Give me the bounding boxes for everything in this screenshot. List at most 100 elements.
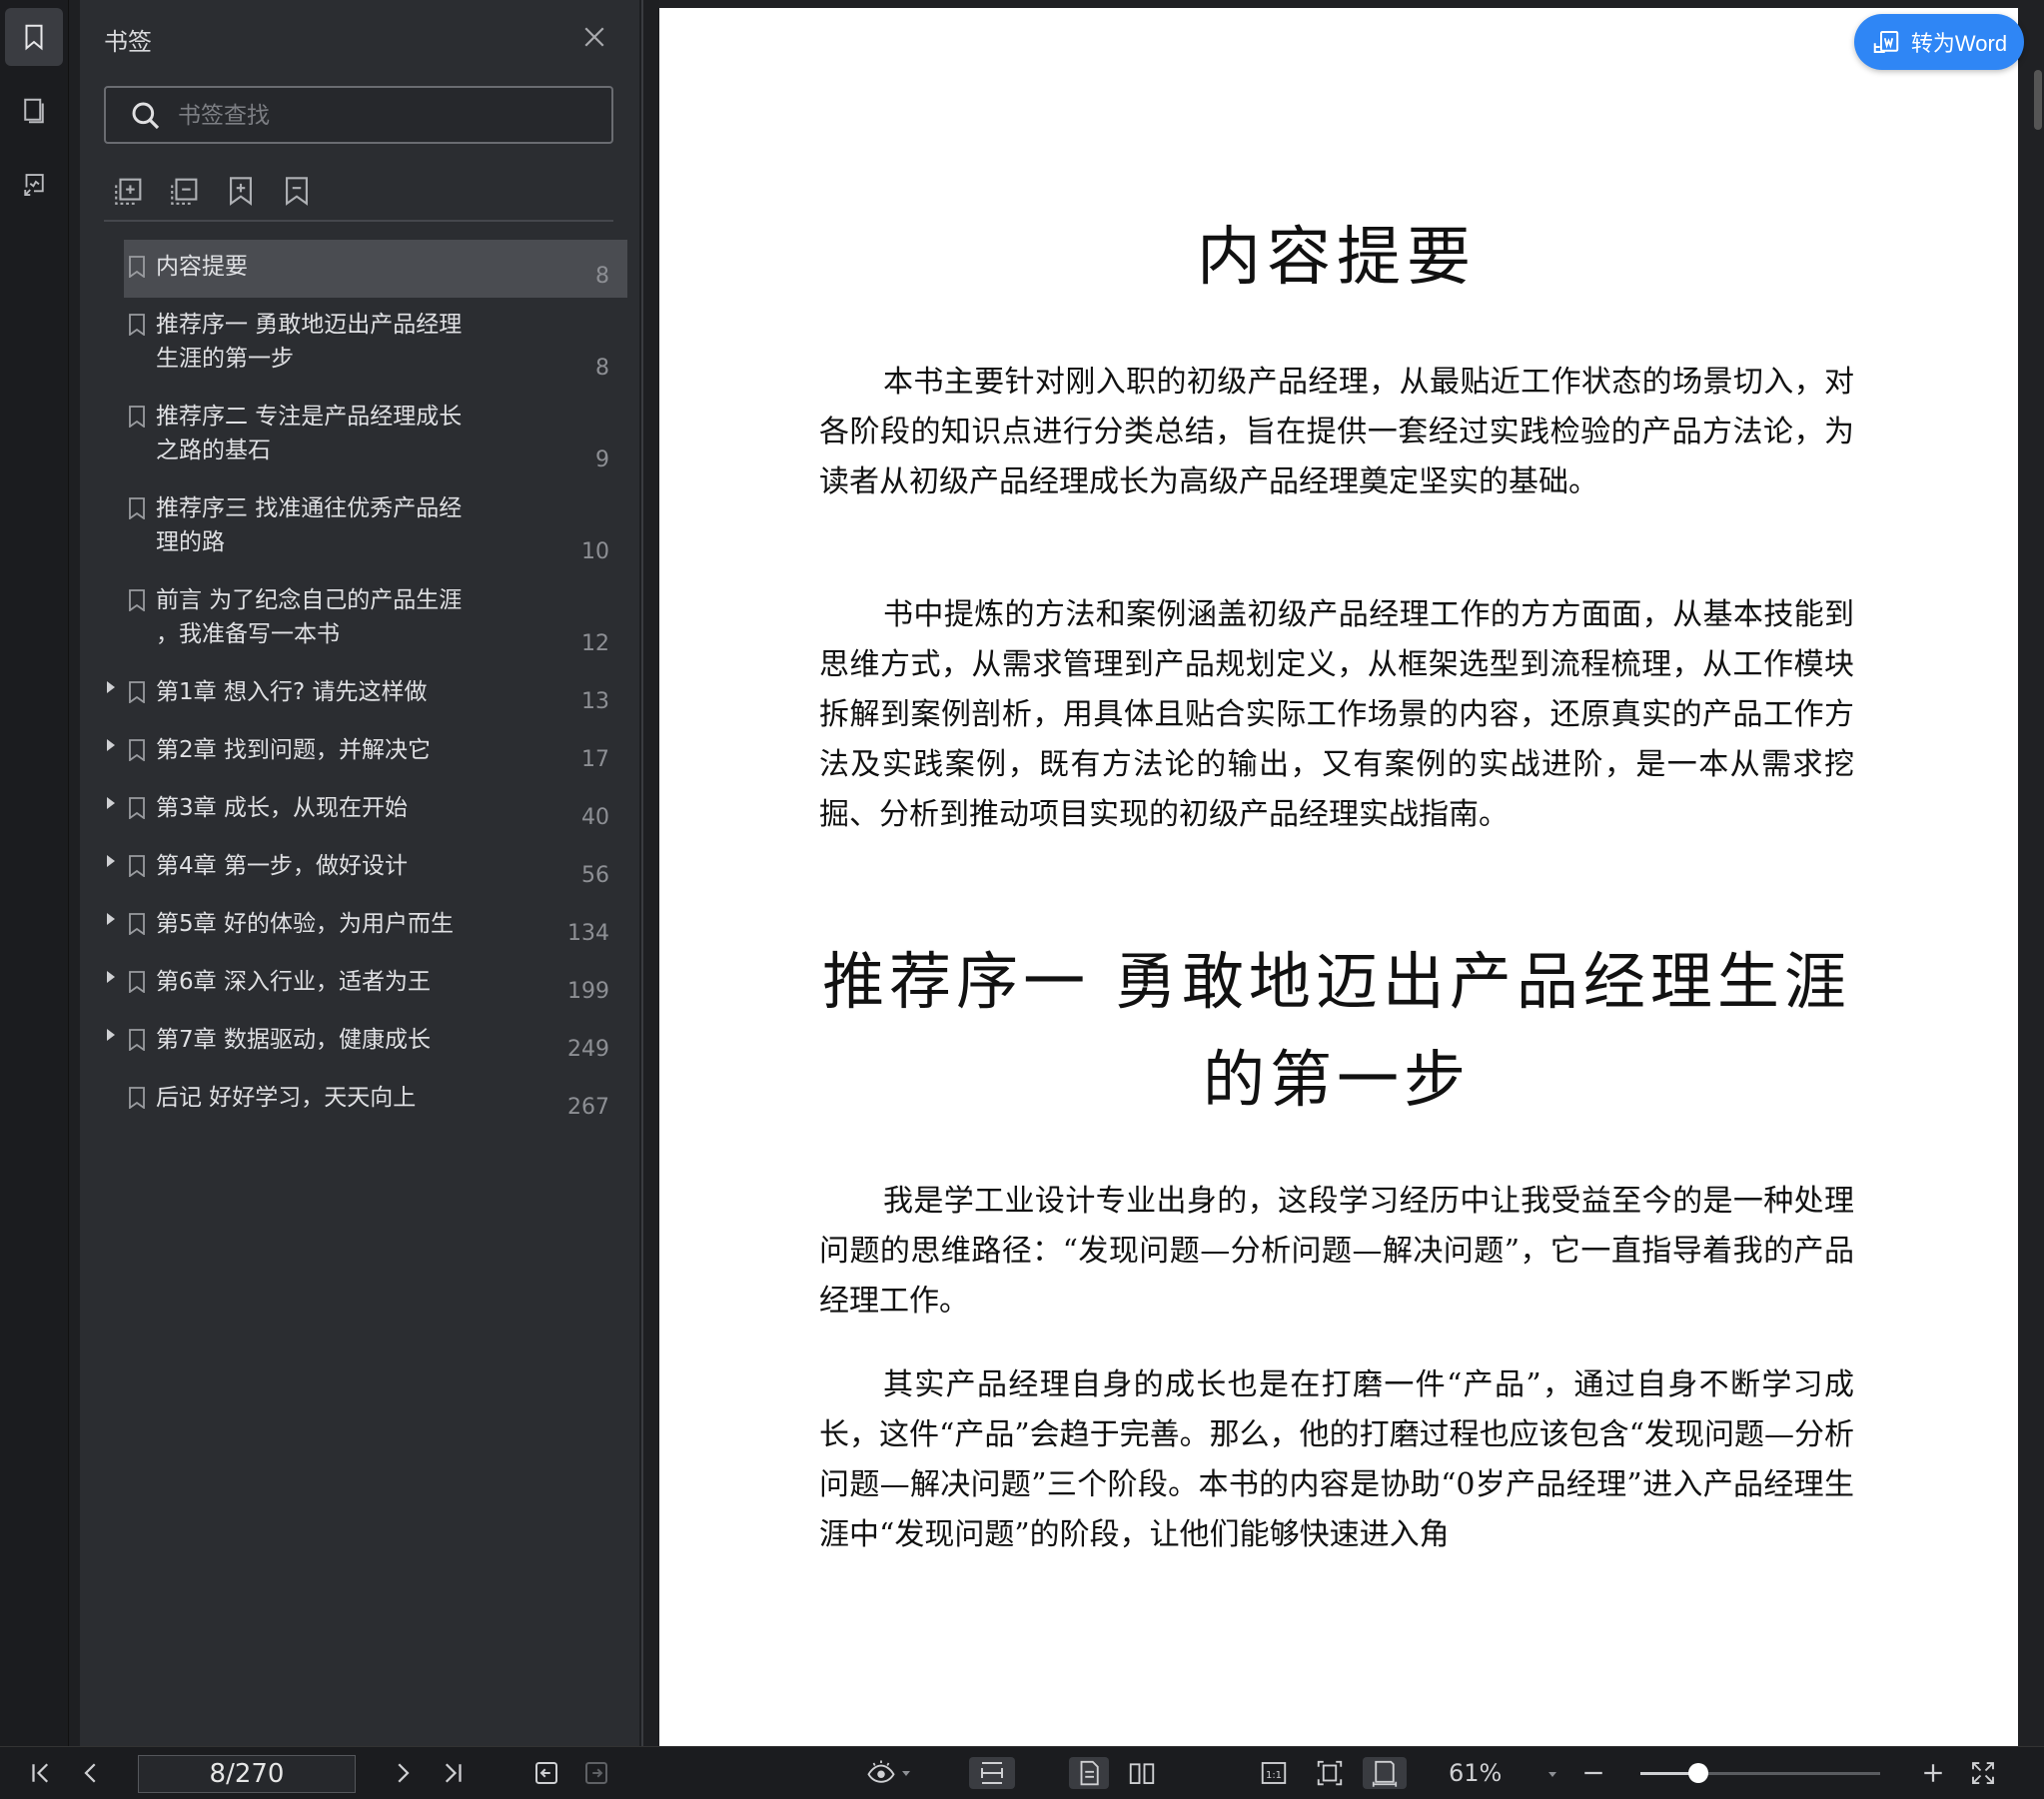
actual-size-button[interactable]: 1:1: [1257, 1757, 1291, 1789]
first-page-button[interactable]: [24, 1757, 58, 1789]
zoom-out-button[interactable]: [1576, 1757, 1610, 1789]
expand-toggle[interactable]: [106, 795, 116, 809]
bookmark-item[interactable]: 推荐序三 找准通往优秀产品经 理的路 10: [80, 481, 639, 573]
expand-all-button[interactable]: [112, 174, 146, 208]
bookmark-icon: [128, 589, 146, 612]
caret-right-icon: [107, 739, 115, 751]
eye-protection-button[interactable]: [859, 1757, 903, 1789]
bookmark-item[interactable]: 第5章 好的体验，为用户而生 134: [80, 897, 639, 955]
fit-page-button[interactable]: [1313, 1757, 1347, 1789]
bookmark-item[interactable]: 内容提要 8: [80, 240, 639, 298]
eye-options-dropdown[interactable]: [899, 1757, 913, 1789]
bookmark-item[interactable]: 第4章 第一步，做好设计 56: [80, 839, 639, 897]
last-page-icon: [445, 1763, 462, 1783]
chevron-down-icon: [1548, 1772, 1556, 1777]
remove-bookmark-icon: [286, 177, 308, 206]
book-icon: [1129, 1763, 1155, 1784]
bookmark-label: 内容提要: [156, 254, 248, 280]
bookmark-page-number: 40: [581, 805, 609, 830]
minus-icon: [1584, 1771, 1602, 1775]
annotation-icon: [24, 174, 44, 196]
expand-toggle[interactable]: [106, 969, 116, 983]
forward-button[interactable]: [579, 1757, 613, 1789]
bookmark-panel-button[interactable]: [5, 8, 63, 66]
double-page-button[interactable]: [1123, 1757, 1161, 1789]
caret-right-icon: [107, 855, 115, 867]
bookmark-search-input[interactable]: [176, 96, 599, 136]
bookmark-item[interactable]: 推荐序一 勇敢地迈出产品经理 生涯的第一步 8: [80, 298, 639, 390]
body-paragraph: 书中提炼的方法和案例涵盖初级产品经理工作的方方面面，从基本技能到思维方式，从需求…: [819, 597, 1854, 832]
back-arrow-icon: [535, 1762, 557, 1784]
bookmark-label: 第3章 成长，从现在开始: [156, 795, 408, 821]
add-bookmark-icon: [230, 177, 252, 206]
bookmark-item[interactable]: 前言 为了纪念自己的产品生涯 ，我准备写一本书 12: [80, 573, 639, 665]
zoom-level-label[interactable]: 61%: [1449, 1757, 1538, 1789]
expand-toggle[interactable]: [106, 853, 116, 867]
bookmark-page-number: 12: [581, 631, 609, 656]
eye-icon: [867, 1760, 895, 1783]
bookmark-label: 第7章 数据驱动，健康成长: [156, 1027, 431, 1053]
svg-text:1:1: 1:1: [1266, 1770, 1282, 1781]
bookmark-label: 推荐序三 找准通往优秀产品经 理的路: [156, 495, 463, 555]
body-paragraph: 其实产品经理自身的成长也是在打磨一件“产品”，通过自身不断学习成长，这件“产品”…: [819, 1367, 1855, 1552]
zoom-dropdown[interactable]: [1546, 1765, 1558, 1777]
bookmark-icon: [128, 855, 146, 878]
remove-bookmark-button[interactable]: [280, 174, 314, 208]
word-convert-icon: [1873, 31, 1899, 53]
close-panel-button[interactable]: [579, 22, 609, 52]
caret-right-icon: [107, 797, 115, 809]
add-bookmark-button[interactable]: [224, 174, 258, 208]
bookmark-icon: [128, 1029, 146, 1052]
bookmark-label: 推荐序二 专注是产品经理成长 之路的基石: [156, 404, 463, 463]
zoom-slider-thumb[interactable]: [1687, 1763, 1708, 1783]
expand-toggle[interactable]: [106, 679, 116, 693]
zoom-in-button[interactable]: [1916, 1757, 1950, 1789]
search-icon: [132, 102, 160, 130]
bookmark-icon: [128, 256, 146, 279]
bookmark-page-number: 13: [581, 689, 609, 714]
caret-right-icon: [107, 681, 115, 693]
bookmark-item[interactable]: 第2章 找到问题，并解决它 17: [80, 723, 639, 781]
bookmark-page-number: 267: [567, 1095, 609, 1120]
bookmark-item[interactable]: 第7章 数据驱动，健康成长 249: [80, 1013, 639, 1071]
bookmark-item[interactable]: 推荐序二 专注是产品经理成长 之路的基石 9: [80, 390, 639, 481]
fullscreen-icon: [1972, 1762, 1994, 1784]
section-heading: 内容提要: [1197, 221, 1477, 295]
first-page-icon: [32, 1763, 49, 1783]
bookmark-page-number: 134: [567, 921, 609, 946]
next-page-button[interactable]: [386, 1757, 420, 1789]
single-page-button[interactable]: [1069, 1757, 1109, 1789]
bookmark-label: 第2章 找到问题，并解决它: [156, 737, 431, 763]
annotation-panel-button[interactable]: [5, 156, 63, 214]
back-button[interactable]: [529, 1757, 563, 1789]
thumbnail-panel-button[interactable]: [5, 82, 63, 140]
expand-toggle[interactable]: [106, 911, 116, 925]
zoom-slider[interactable]: [1640, 1763, 1880, 1783]
vertical-scrollbar[interactable]: [2034, 70, 2042, 130]
fit-height-button[interactable]: [1363, 1757, 1407, 1789]
previous-page-button[interactable]: [74, 1757, 108, 1789]
chevron-right-icon: [398, 1763, 410, 1783]
bookmark-icon: [25, 24, 43, 51]
last-page-button[interactable]: [436, 1757, 470, 1789]
bookmark-icon: [128, 406, 146, 429]
bookmark-item[interactable]: 第1章 想入行? 请先这样做 13: [80, 665, 639, 723]
bookmark-item[interactable]: 第6章 深入行业，适者为王 199: [80, 955, 639, 1013]
page-number-field[interactable]: 8/270: [138, 1755, 356, 1793]
bookmark-page-number: 199: [567, 979, 609, 1004]
collapse-all-button[interactable]: [168, 174, 202, 208]
bookmark-icon: [128, 681, 146, 704]
bookmark-icon: [128, 913, 146, 936]
expand-toggle[interactable]: [106, 1027, 116, 1041]
collapse-all-icon: [171, 178, 198, 205]
fullscreen-button[interactable]: [1966, 1757, 2000, 1789]
convert-to-word-button[interactable]: 转为Word: [1854, 14, 2024, 70]
convert-to-word-label: 转为Word: [1910, 31, 2008, 56]
bookmark-item[interactable]: 后记 好好学习，天天向上 267: [80, 1071, 639, 1129]
body-paragraph: 本书主要针对刚入职的初级产品经理，从最贴近工作状态的场景切入，对各阶段的知识点进…: [819, 365, 1854, 499]
bookmark-icon: [128, 497, 146, 520]
fit-width-button[interactable]: [969, 1757, 1015, 1789]
expand-toggle[interactable]: [106, 737, 116, 751]
bookmark-item[interactable]: 第3章 成长，从现在开始 40: [80, 781, 639, 839]
bookmark-icon: [128, 314, 146, 337]
